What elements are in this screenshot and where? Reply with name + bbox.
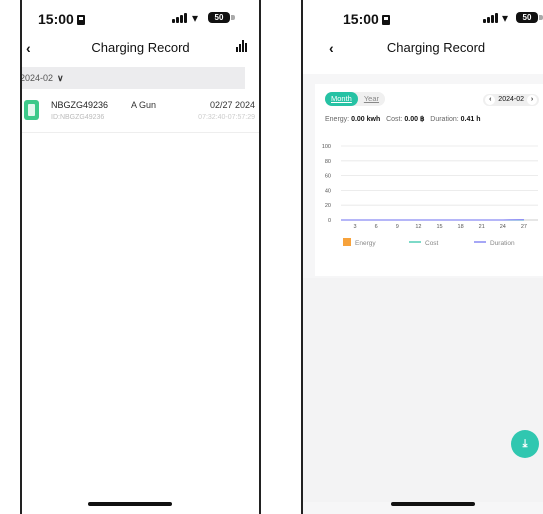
- signal-icon: [172, 13, 187, 23]
- x-tick-label: 24: [500, 224, 506, 230]
- page-title: Charging Record: [386, 40, 486, 55]
- record-id: ID:NBGZG49236: [51, 114, 105, 121]
- legend-swatch-energy: [343, 238, 351, 246]
- energy-value: 0.00 kwh: [351, 116, 381, 123]
- wifi-icon: ▾: [192, 11, 199, 25]
- x-tick-label: 21: [479, 224, 485, 230]
- statistics-chart-icon[interactable]: [236, 40, 247, 52]
- record-name: NBGZG49236: [51, 100, 109, 110]
- usage-chart: 0 20 40 60 80 100 3 6 9 12 15 18 21 24 27 Energy Cost Dur…: [322, 144, 538, 247]
- status-bar: 15:00 ▾ 50: [22, 0, 259, 38]
- record-time-span: 07:32:40-07:57:29: [198, 114, 255, 121]
- y-tick-label: 60: [325, 174, 331, 180]
- chevron-down-icon: ∨: [57, 73, 64, 83]
- x-tick-label: 15: [436, 224, 442, 230]
- y-tick-label: 40: [325, 188, 331, 194]
- time-text: 15:00: [343, 11, 379, 27]
- battery-icon: 50: [516, 12, 543, 23]
- month-filter[interactable]: 2024-02 ∨: [20, 67, 245, 89]
- next-month-button[interactable]: ›: [527, 95, 537, 105]
- cost-label: Cost:: [386, 116, 403, 123]
- month-filter-label: 2024-02: [20, 73, 54, 83]
- battery-icon: 50: [208, 12, 235, 23]
- selected-month: 2024-02: [498, 96, 524, 103]
- record-row[interactable]: NBGZG49236 ID:NBGZG49236 A Gun 02/27 202…: [22, 96, 259, 133]
- lower-panel: [303, 278, 543, 502]
- record-gun: A Gun: [131, 100, 157, 110]
- stats-summary: Energy: 0.00 kwh Cost: 0.00 ฿ Duration: …: [325, 115, 481, 123]
- duration-label: Duration:: [430, 116, 459, 123]
- y-tick-label: 100: [322, 144, 331, 150]
- legend-label-cost: Cost: [425, 240, 439, 247]
- legend-label-duration: Duration: [490, 240, 515, 247]
- month-selector: ‹ 2024-02 ›: [483, 94, 539, 106]
- charger-icon: [24, 100, 39, 120]
- prev-month-button[interactable]: ‹: [485, 95, 496, 105]
- record-date: 02/27 2024: [209, 100, 255, 110]
- wifi-icon: ▾: [502, 11, 509, 25]
- signal-icon: [483, 13, 498, 23]
- tab-month[interactable]: Month: [325, 92, 358, 106]
- period-toggle: Month Year: [325, 92, 386, 106]
- header: ‹ Charging Record: [303, 38, 543, 60]
- energy-label: Energy:: [325, 116, 350, 123]
- legend-label-energy: Energy: [355, 240, 376, 247]
- status-time: 15:00: [343, 11, 390, 27]
- sim-icon: [381, 15, 390, 25]
- x-tick-label: 12: [415, 224, 421, 230]
- status-bar: 15:00 ▾ 50: [303, 0, 543, 38]
- tab-year[interactable]: Year: [358, 92, 385, 106]
- x-tick-label: 3: [354, 224, 357, 230]
- page-title: Charging Record: [91, 40, 190, 55]
- time-text: 15:00: [38, 11, 74, 27]
- x-tick-label: 9: [396, 224, 399, 230]
- duration-value: 0.41 h: [460, 116, 481, 123]
- download-icon: ⤓: [522, 438, 528, 450]
- x-tick-label: 27: [521, 224, 527, 230]
- home-indicator: [88, 502, 172, 506]
- y-tick-label: 80: [325, 159, 331, 165]
- cost-value: 0.00 ฿: [404, 116, 425, 123]
- record-list-screen: 15:00 ▾ 50 ‹ Charging Record 2024-02 ∨ NB…: [20, 0, 261, 514]
- header: ‹ Charging Record: [22, 38, 259, 60]
- status-time: 15:00: [38, 11, 85, 27]
- y-tick-label: 20: [325, 203, 331, 209]
- y-tick-label: 0: [328, 218, 331, 224]
- x-tick-label: 6: [375, 224, 378, 230]
- x-tick-label: 18: [458, 224, 464, 230]
- record-stats-screen: 15:00 ▾ 50 ‹ Charging Record Month Year …: [301, 0, 543, 514]
- home-indicator: [391, 502, 475, 506]
- sim-icon: [76, 15, 85, 25]
- download-button[interactable]: ⤓: [511, 430, 539, 458]
